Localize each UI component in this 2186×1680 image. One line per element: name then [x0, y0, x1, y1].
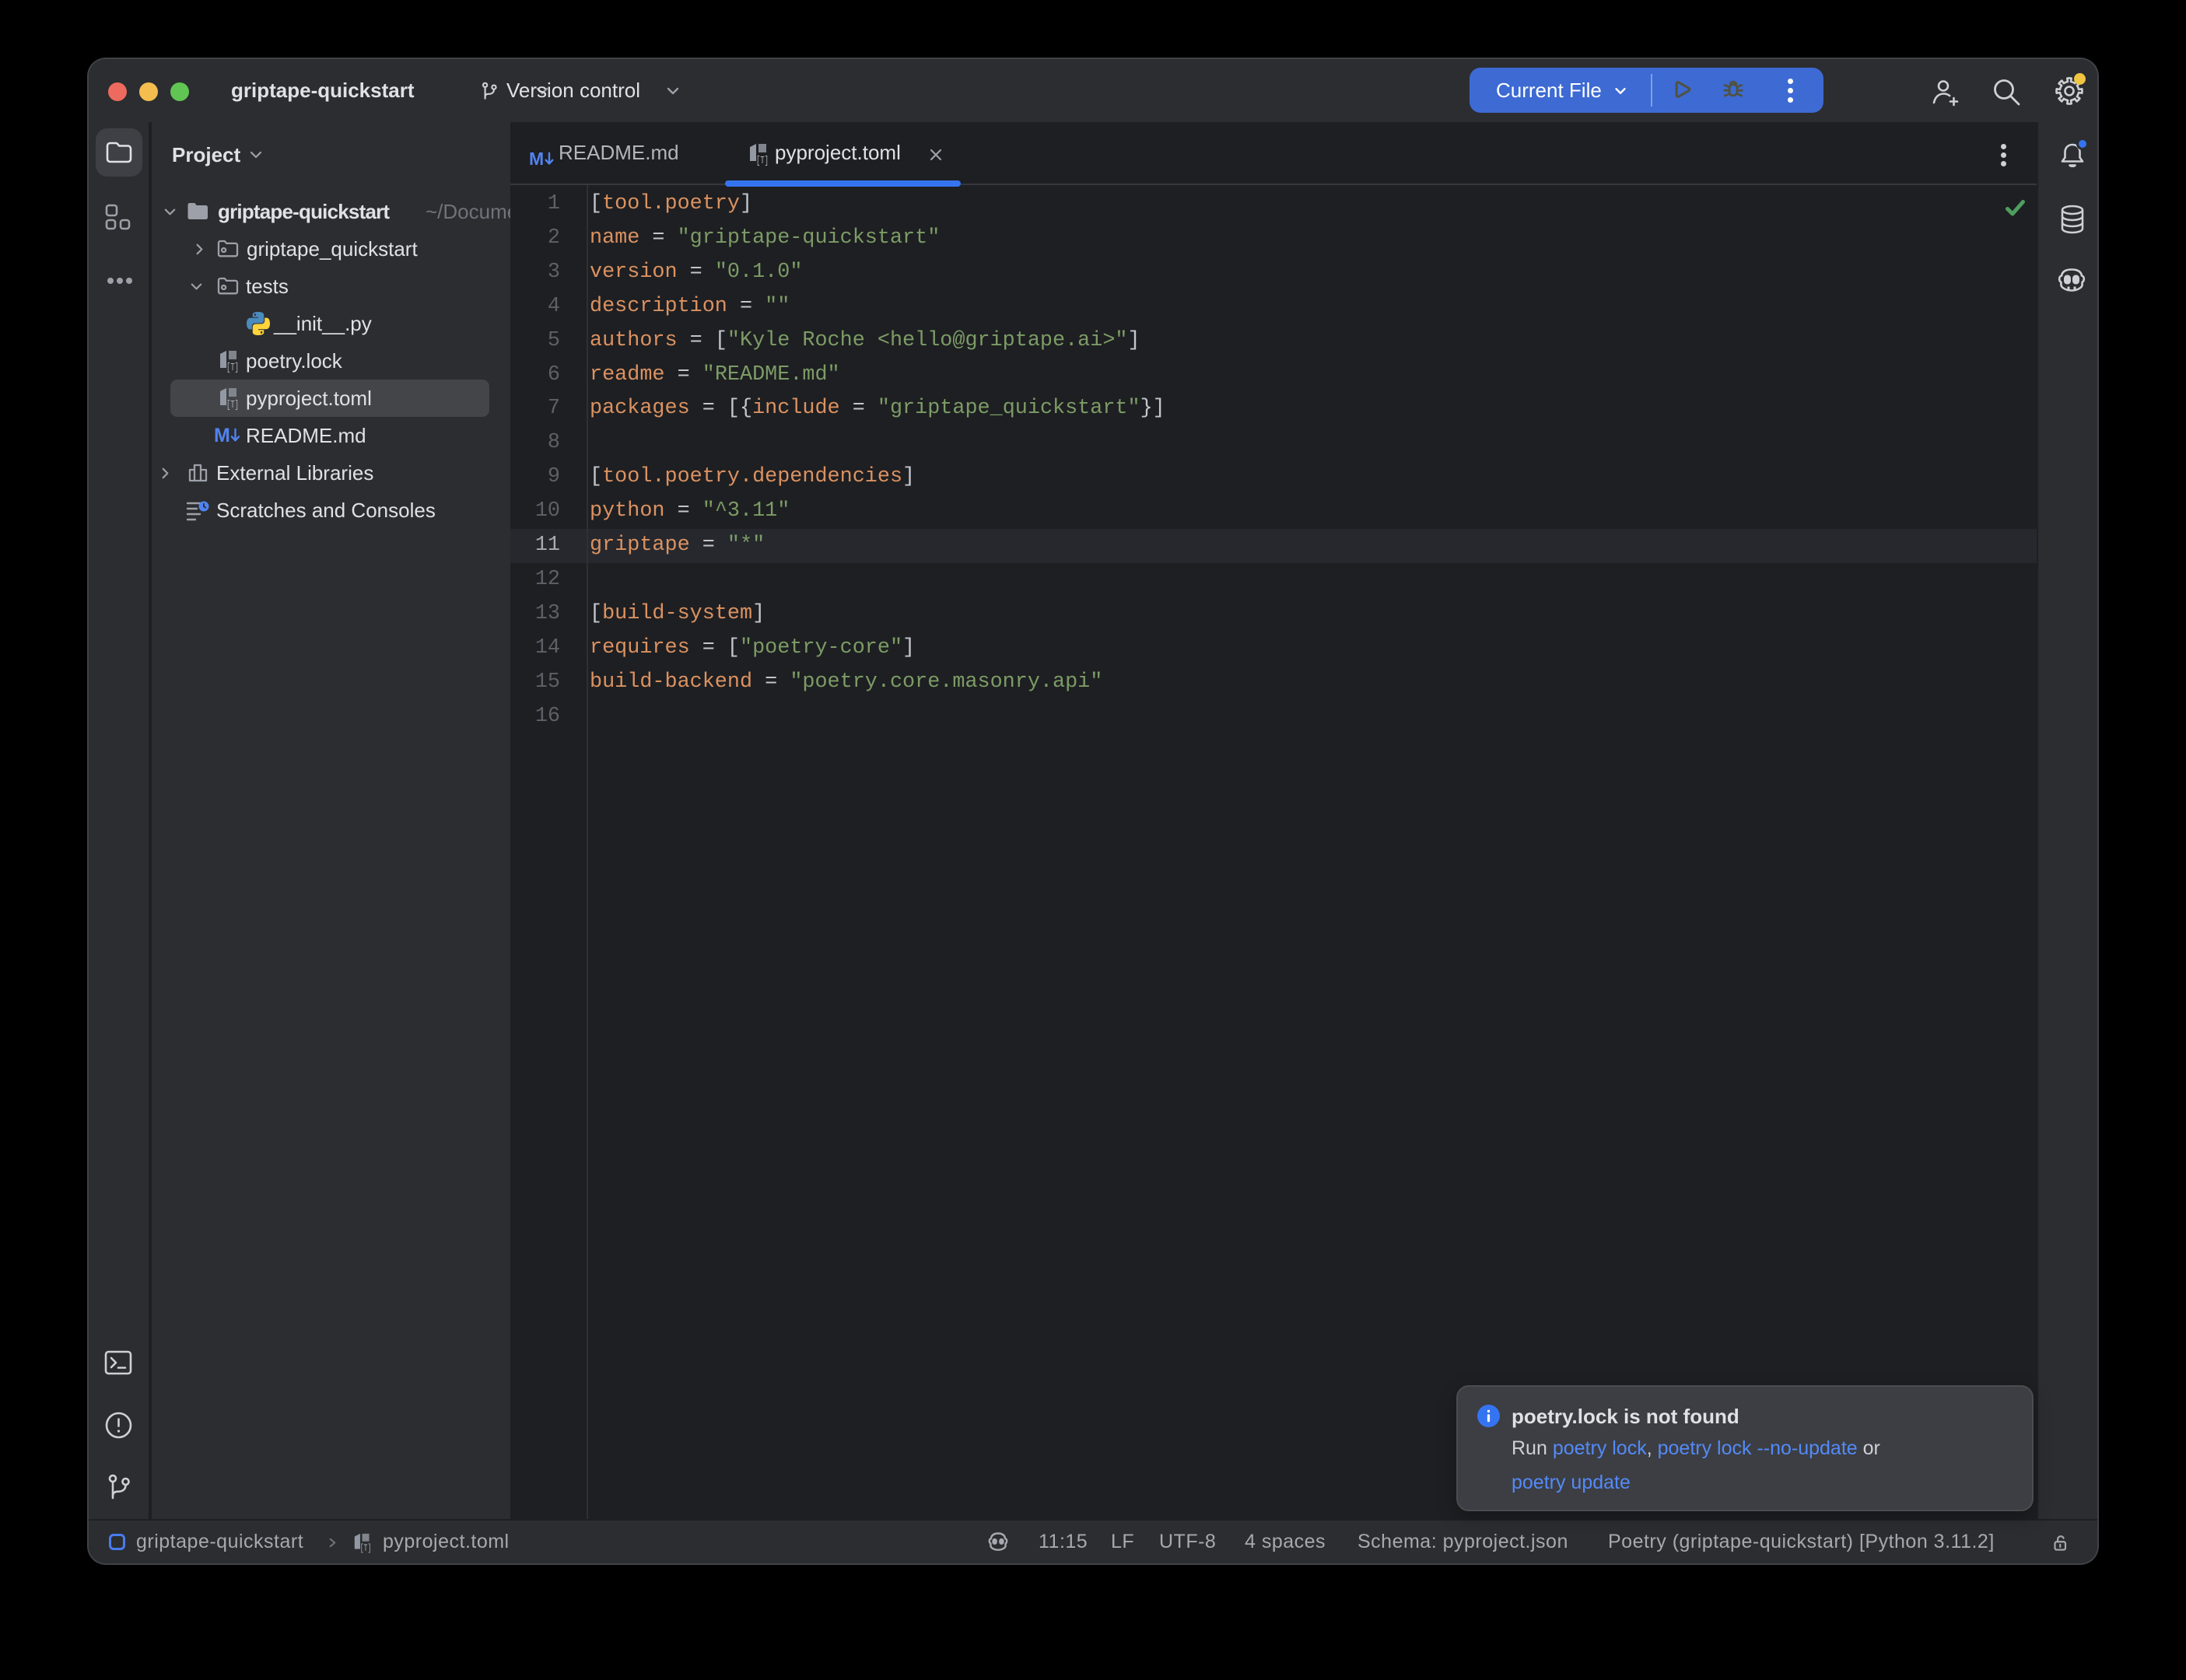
svg-text:[T]: [T] — [226, 362, 239, 374]
svg-text:[T]: [T] — [226, 399, 239, 411]
svg-text:[T]: [T] — [360, 1543, 371, 1554]
svg-text:[T]: [T] — [756, 155, 769, 167]
